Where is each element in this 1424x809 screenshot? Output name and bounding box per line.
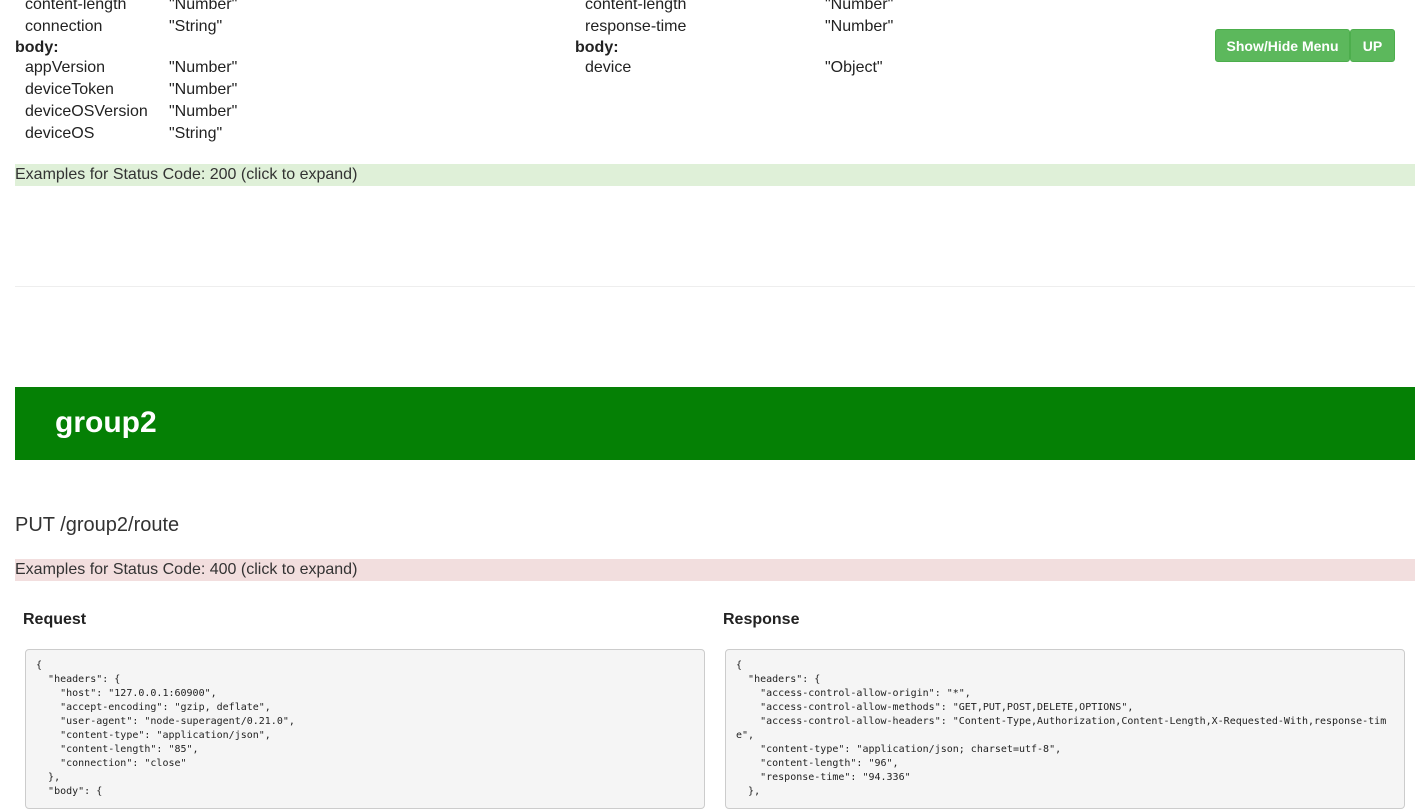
examples-200-toggle[interactable]: Examples for Status Code: 200 (click to … (15, 164, 1415, 186)
request-title: Request (23, 611, 87, 628)
param-key: device (585, 59, 632, 76)
param-type: "Number" (169, 81, 238, 98)
param-type: "Number" (825, 18, 894, 35)
right-body-label: body: (575, 39, 619, 56)
param-key: content-length (585, 0, 687, 13)
param-key: deviceToken (25, 81, 114, 98)
param-type: "Number" (169, 59, 238, 76)
param-key: content-length (25, 0, 127, 13)
section-divider (15, 286, 1415, 287)
up-button[interactable]: UP (1350, 29, 1395, 62)
show-hide-menu-button[interactable]: Show/Hide Menu (1215, 29, 1350, 62)
param-type: "Number" (825, 0, 894, 13)
examples-400-toggle[interactable]: Examples for Status Code: 400 (click to … (15, 559, 1415, 581)
param-type: "Number" (169, 0, 238, 13)
param-key: response-time (585, 18, 687, 35)
response-code-block: { "headers": { "access-control-allow-ori… (725, 649, 1405, 809)
param-key: appVersion (25, 59, 106, 76)
left-body-label: body: (15, 39, 59, 56)
param-key: connection (25, 18, 103, 35)
param-type: "Object" (825, 59, 883, 76)
group-title: group2 (55, 406, 157, 439)
param-type: "String" (169, 125, 223, 142)
param-key: deviceOSVersion (25, 103, 148, 120)
param-type: "Number" (169, 103, 238, 120)
param-key: deviceOS (25, 125, 95, 142)
response-title: Response (723, 611, 800, 628)
param-type: "String" (169, 18, 223, 35)
request-code-block: { "headers": { "host": "127.0.0.1:60900"… (25, 649, 705, 809)
group-header: group2 (15, 387, 1415, 460)
route-title: PUT /group2/route (15, 514, 180, 536)
